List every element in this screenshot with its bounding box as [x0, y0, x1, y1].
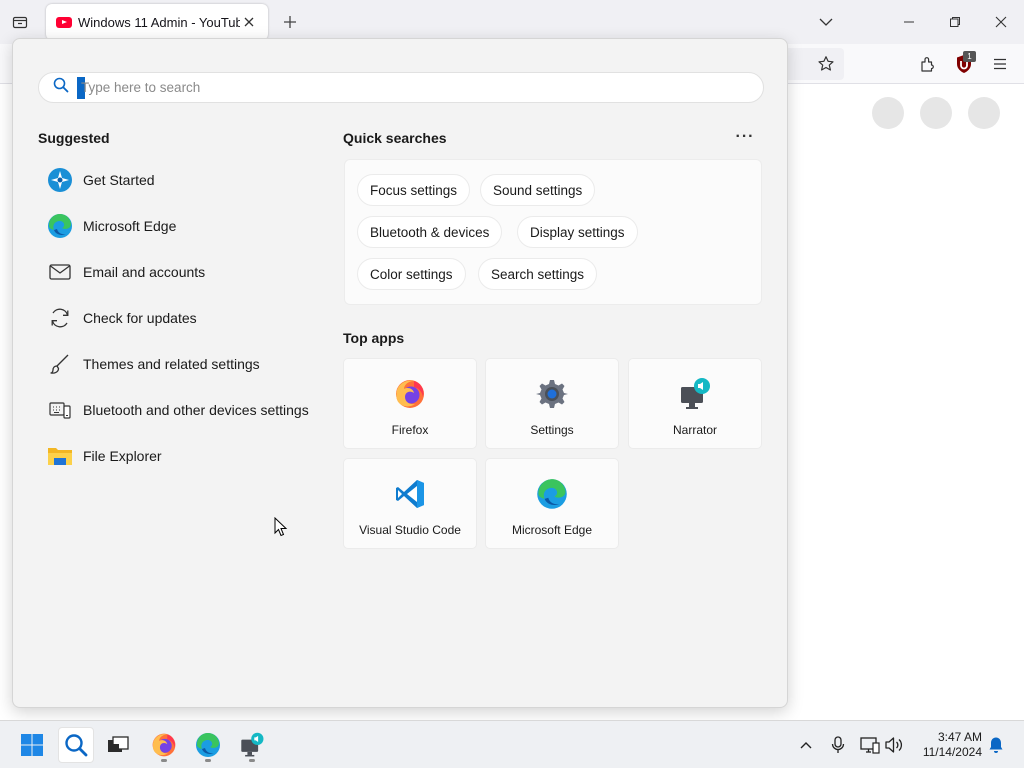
quick-search-chip[interactable]: Display settings [517, 216, 638, 248]
vscode-icon [393, 477, 427, 511]
clock-time: 3:47 AM [937, 730, 982, 744]
minimize-icon[interactable] [899, 12, 919, 32]
microphone-icon[interactable] [828, 735, 848, 755]
taskbar: 3:47 AM 11/14/2024 [0, 720, 1024, 768]
search-icon [53, 77, 69, 98]
suggested-list: Get Started Microsoft Edge Email and acc… [46, 157, 336, 479]
app-tile-microsoft-edge[interactable]: Microsoft Edge [485, 458, 619, 549]
search-box[interactable] [38, 72, 764, 103]
restore-icon[interactable] [945, 12, 965, 32]
close-window-icon[interactable] [991, 12, 1011, 32]
start-button[interactable] [14, 727, 50, 763]
app-tile-settings[interactable]: Settings [485, 358, 619, 449]
quick-search-chip[interactable]: Sound settings [480, 174, 596, 206]
browser-tab[interactable]: Windows 11 Admin - YouTube [46, 4, 268, 40]
suggested-item-label: Check for updates [83, 310, 197, 326]
app-label: Settings [530, 423, 574, 437]
network-icon[interactable] [860, 735, 880, 755]
youtube-icon [56, 16, 72, 28]
devices-icon [46, 396, 74, 424]
suggested-heading: Suggested [38, 130, 110, 146]
suggested-item-label: Bluetooth and other devices settings [83, 402, 309, 418]
show-hidden-icons-chevron-icon[interactable] [796, 735, 816, 755]
app-tile-narrator[interactable]: Narrator [628, 358, 762, 449]
extensions-icon[interactable] [918, 54, 938, 74]
suggested-item-get-started[interactable]: Get Started [46, 157, 336, 203]
task-view-button[interactable] [100, 727, 136, 763]
new-tab-button[interactable] [280, 12, 300, 32]
system-clock[interactable]: 3:47 AM 11/14/2024 [912, 730, 982, 760]
edge-icon [46, 212, 74, 240]
quick-search-chip[interactable]: Search settings [478, 258, 598, 290]
suggested-item-themes[interactable]: Themes and related settings [46, 341, 336, 387]
quick-search-chip[interactable]: Bluetooth & devices [357, 216, 503, 248]
suggested-item-email-accounts[interactable]: Email and accounts [46, 249, 336, 295]
list-all-tabs-icon[interactable] [816, 12, 836, 32]
suggested-item-label: File Explorer [83, 448, 162, 464]
app-tile-firefox[interactable]: Firefox [343, 358, 477, 449]
app-label: Visual Studio Code [359, 523, 461, 537]
suggested-item-label: Email and accounts [83, 264, 206, 280]
hamburger-menu-icon[interactable] [990, 54, 1010, 74]
taskbar-firefox-button[interactable] [146, 727, 182, 763]
tab-list-icon[interactable] [8, 10, 32, 34]
quick-search-chip[interactable]: Focus settings [357, 174, 471, 206]
extension-badge: 1 [963, 51, 976, 62]
narrator-icon [678, 377, 712, 411]
suggested-item-label: Get Started [83, 172, 155, 188]
brush-icon [46, 350, 74, 378]
edge-icon [535, 477, 569, 511]
suggested-item-label: Themes and related settings [83, 356, 260, 372]
placeholder-avatar [920, 97, 952, 129]
suggested-item-file-explorer[interactable]: File Explorer [46, 433, 336, 479]
settings-gear-icon [535, 377, 569, 411]
running-indicator [249, 759, 255, 762]
mail-icon [46, 258, 74, 286]
close-tab-icon[interactable] [240, 13, 258, 31]
tab-title: Windows 11 Admin - YouTube [78, 14, 240, 30]
suggested-item-check-updates[interactable]: Check for updates [46, 295, 336, 341]
notification-bell-icon[interactable] [986, 735, 1006, 755]
mouse-cursor-icon [274, 516, 288, 537]
quick-searches-card: Focus settings Sound settings Bluetooth … [344, 159, 762, 305]
taskbar-search-button[interactable] [58, 727, 94, 763]
suggested-item-bluetooth-devices[interactable]: Bluetooth and other devices settings [46, 387, 336, 433]
more-options-icon[interactable]: ··· [735, 127, 755, 147]
quick-searches-heading: Quick searches [343, 130, 447, 146]
firefox-icon [393, 377, 427, 411]
placeholder-avatar [872, 97, 904, 129]
running-indicator [161, 759, 167, 762]
refresh-icon [46, 304, 74, 332]
suggested-item-microsoft-edge[interactable]: Microsoft Edge [46, 203, 336, 249]
suggested-item-label: Microsoft Edge [83, 218, 177, 234]
taskbar-edge-button[interactable] [190, 727, 226, 763]
top-apps-heading: Top apps [343, 330, 405, 346]
volume-icon[interactable] [884, 735, 904, 755]
bookmark-star-icon[interactable] [816, 54, 836, 74]
placeholder-avatar [968, 97, 1000, 129]
folder-icon [46, 442, 74, 470]
clock-date: 11/14/2024 [922, 745, 982, 759]
running-indicator [205, 759, 211, 762]
get-started-icon [46, 166, 74, 194]
app-label: Microsoft Edge [511, 523, 593, 537]
taskbar-narrator-button[interactable] [234, 727, 270, 763]
windows-search-panel: Suggested Get Started Microsoft Edge Ema… [12, 38, 788, 708]
app-label: Narrator [672, 423, 717, 437]
app-label: Firefox [391, 423, 429, 437]
app-tile-vscode[interactable]: Visual Studio Code [343, 458, 477, 549]
search-input[interactable] [81, 80, 681, 95]
quick-search-chip[interactable]: Color settings [357, 258, 466, 290]
